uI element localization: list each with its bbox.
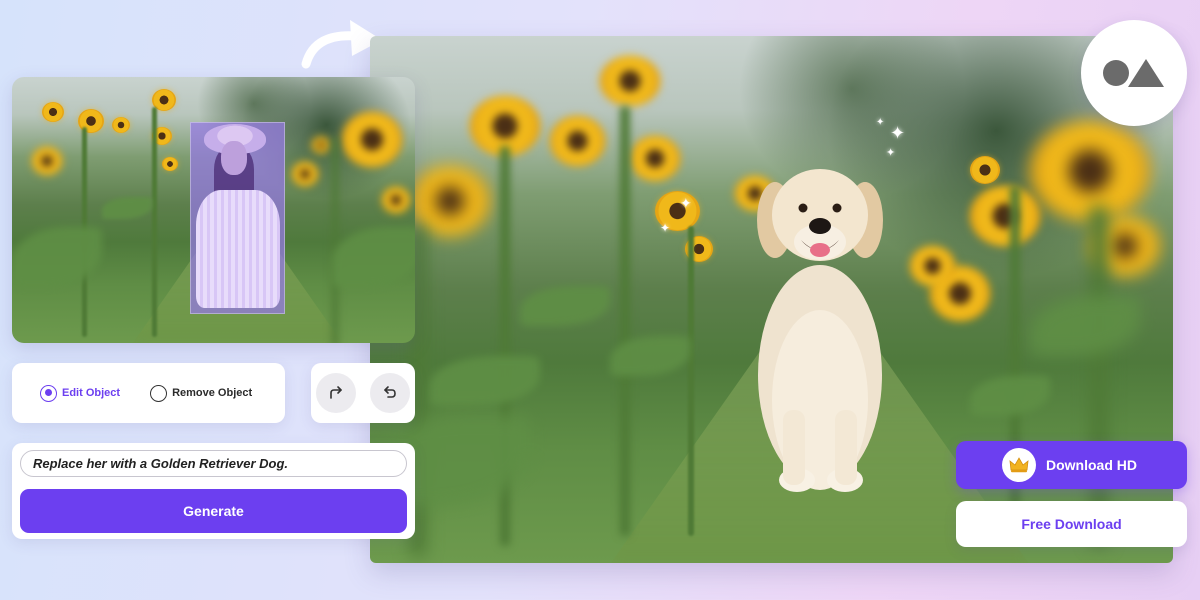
remove-object-radio[interactable]: Remove Object <box>150 384 253 402</box>
free-download-button[interactable]: Free Download <box>956 501 1187 547</box>
circle-triangle-logo-icon <box>1103 59 1164 87</box>
history-controls <box>311 363 415 423</box>
edit-object-radio[interactable]: Edit Object <box>40 384 121 402</box>
undo-icon <box>384 386 396 398</box>
sparkle-icon: ✦ <box>660 221 671 235</box>
redo-icon <box>330 386 342 399</box>
download-hd-button[interactable]: Download HD <box>956 441 1187 489</box>
radio-unselected-icon[interactable] <box>150 384 168 402</box>
crown-icon <box>1009 457 1029 473</box>
radio-selected-icon[interactable] <box>40 384 57 402</box>
generate-button[interactable]: Generate <box>20 489 407 533</box>
undo-button[interactable] <box>370 373 410 413</box>
prompt-input[interactable] <box>20 450 407 477</box>
app-logo <box>1081 20 1187 126</box>
remove-object-label: Remove Object <box>172 387 253 399</box>
edit-object-label: Edit Object <box>62 387 121 399</box>
prompt-panel: Generate <box>12 443 415 539</box>
woman-dress <box>196 190 280 308</box>
download-hd-label: Download HD <box>1046 457 1137 473</box>
sparkle-icon: ✦ <box>876 117 885 128</box>
sparkle-icon: ✦ <box>886 147 896 159</box>
sparkle-icon: ✦ <box>680 195 692 211</box>
woman-face <box>221 141 247 175</box>
mode-selector: Edit Object Remove Object <box>12 363 285 423</box>
redo-button[interactable] <box>316 373 356 413</box>
crown-badge <box>1002 448 1036 482</box>
sparkle-icon: ✦ <box>890 123 906 143</box>
golden-retriever-dog <box>757 169 883 492</box>
